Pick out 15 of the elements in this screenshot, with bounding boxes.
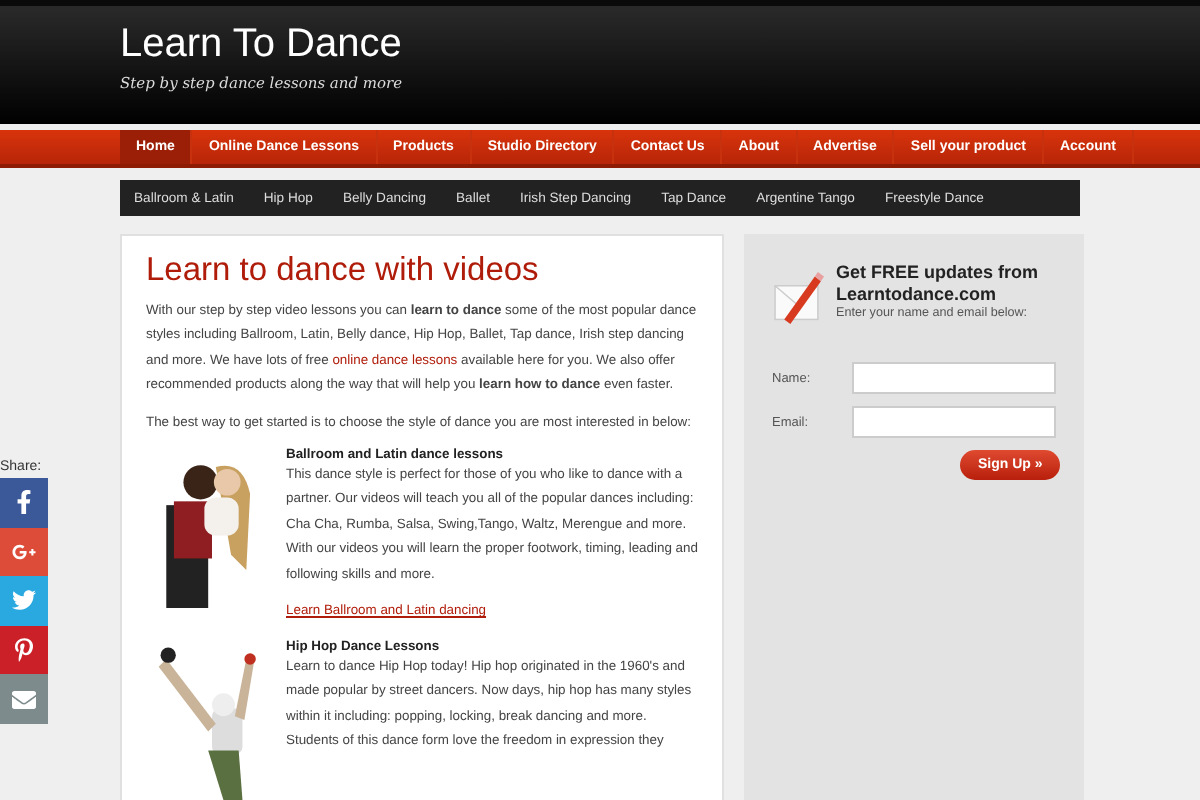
pinterest-icon bbox=[12, 638, 36, 663]
input-field[interactable] bbox=[852, 362, 1056, 394]
facebook-share-button[interactable] bbox=[0, 478, 48, 528]
twitter-bird-icon bbox=[12, 588, 36, 613]
twitter-share-button[interactable] bbox=[0, 576, 48, 626]
article-heading: Learn to dance with videos bbox=[146, 252, 541, 290]
input-field[interactable] bbox=[852, 406, 1056, 438]
signup-heading: Get FREE updates from Learntodance.com bbox=[836, 262, 1041, 306]
googleplus-share-button[interactable] bbox=[0, 527, 48, 577]
pinterest-share-button[interactable] bbox=[0, 625, 48, 675]
email-share-button[interactable] bbox=[0, 674, 48, 724]
facebook-icon bbox=[12, 490, 36, 515]
google-plus-icon bbox=[12, 539, 36, 564]
envelope-icon bbox=[12, 687, 36, 712]
site-title: Learn To Dance bbox=[120, 20, 404, 68]
